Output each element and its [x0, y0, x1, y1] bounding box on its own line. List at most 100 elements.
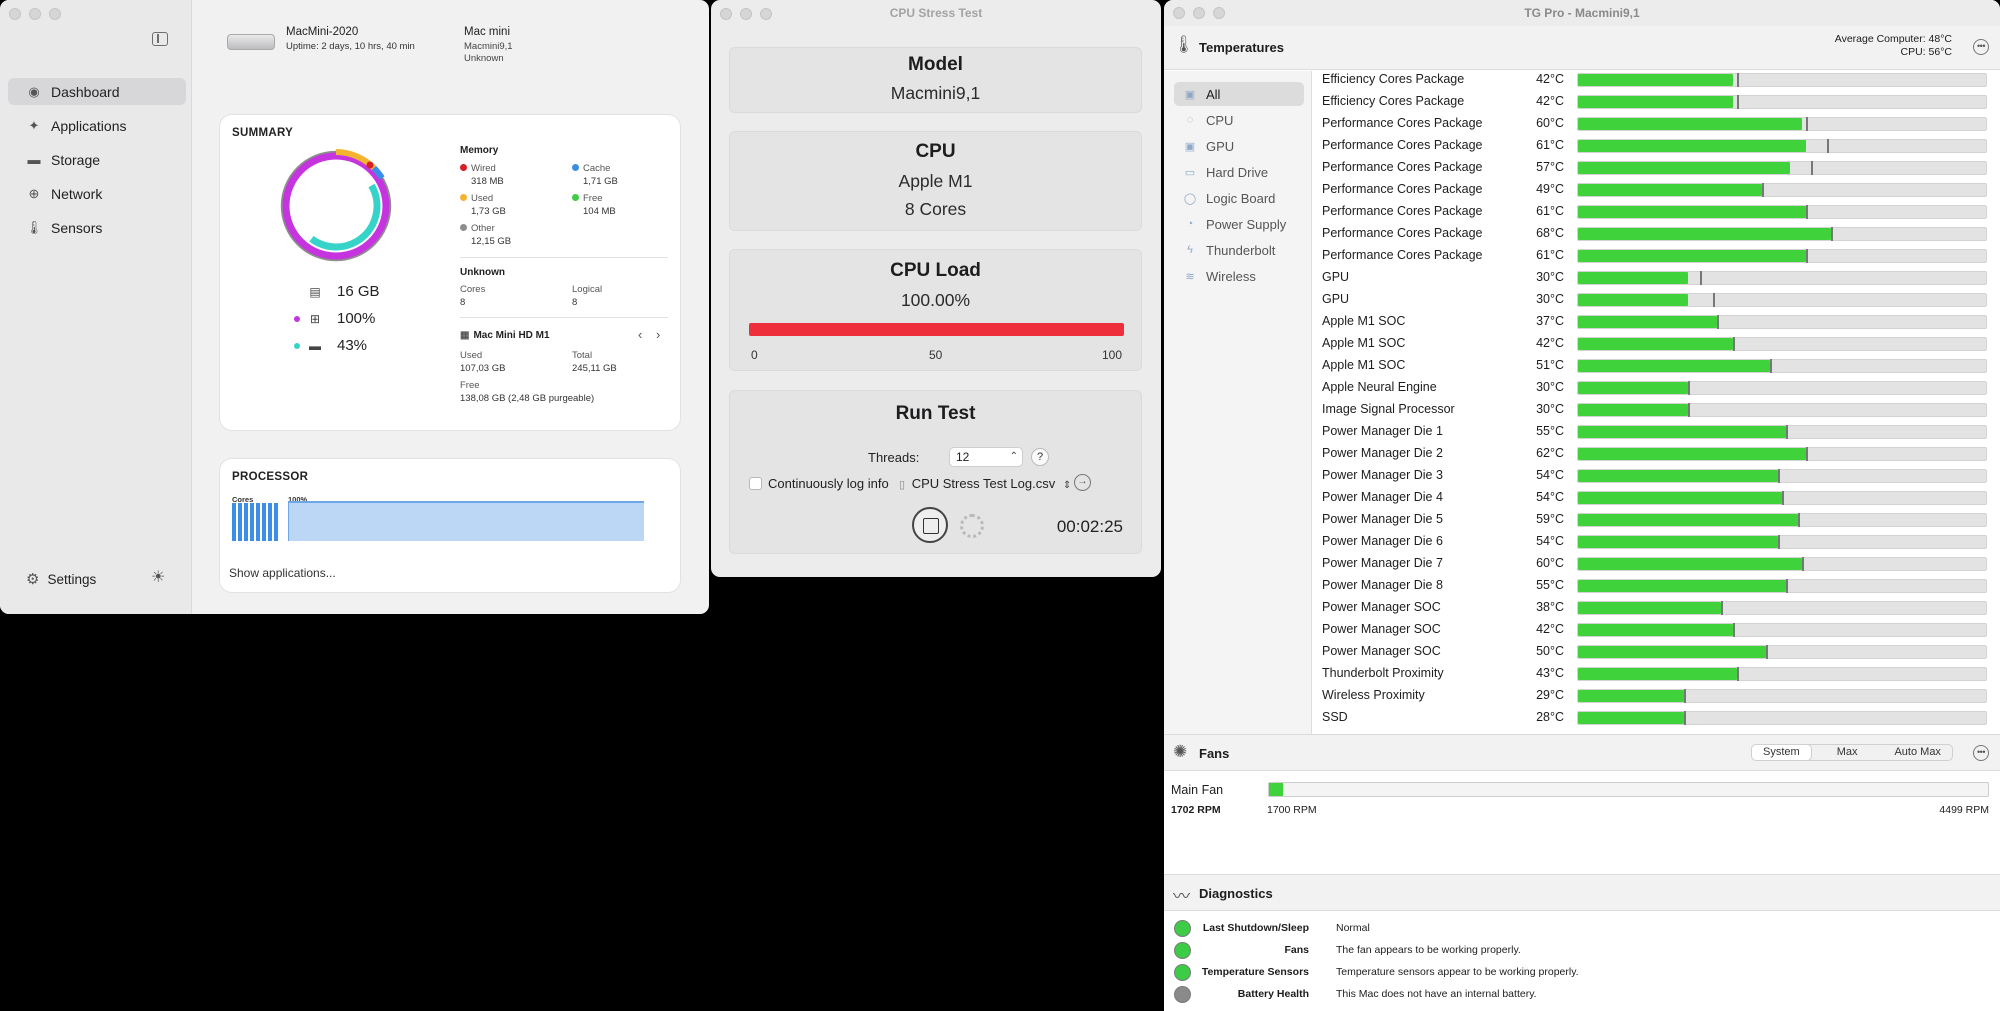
- disk-heading: ▦ Mac Mini HD M1: [460, 330, 550, 341]
- sensor-row[interactable]: Power Manager SOC 50°C: [1313, 641, 2000, 663]
- sensor-row[interactable]: Power Manager Die 1 55°C: [1313, 421, 2000, 443]
- sensor-row[interactable]: Apple M1 SOC 51°C: [1313, 355, 2000, 377]
- sensor-row[interactable]: Performance Cores Package 68°C: [1313, 223, 2000, 245]
- sensor-row[interactable]: Apple M1 SOC 37°C: [1313, 311, 2000, 333]
- sensor-row[interactable]: GPU 30°C: [1313, 289, 2000, 311]
- category-hard-drive[interactable]: ▭ Hard Drive: [1174, 160, 1304, 184]
- sensor-row[interactable]: Power Manager Die 8 55°C: [1313, 575, 2000, 597]
- appearance-icon[interactable]: ☀: [151, 567, 165, 587]
- log-checkbox[interactable]: [749, 477, 762, 490]
- category-cpu[interactable]: ◌ CPU: [1174, 108, 1304, 132]
- sensor-row[interactable]: Power Manager Die 3 54°C: [1313, 465, 2000, 487]
- sensor-max-marker: [1806, 117, 1809, 131]
- zoom-button[interactable]: [1213, 7, 1225, 19]
- cpu-label: CPU:: [1900, 46, 1926, 58]
- sensor-row[interactable]: Performance Cores Package 57°C: [1313, 157, 2000, 179]
- sensor-temperature: 54°C: [1536, 534, 1564, 548]
- log-file-popup[interactable]: ▯ CPU Stress Test Log.csv ⇕: [899, 476, 1071, 491]
- core-bar: [256, 503, 260, 541]
- show-applications-link[interactable]: Show applications...: [229, 566, 336, 580]
- category-label: Hard Drive: [1206, 164, 1269, 180]
- sidebar-item-dashboard[interactable]: ◉ Dashboard: [8, 78, 186, 105]
- sensor-row[interactable]: Power Manager Die 4 54°C: [1313, 487, 2000, 509]
- category-logic-board[interactable]: ◯ Logic Board: [1174, 186, 1304, 210]
- minimize-button[interactable]: [1193, 7, 1205, 19]
- cpu-load-value: 100.00%: [900, 290, 971, 310]
- sensors-icon: 🌡: [25, 219, 43, 235]
- disk-icon: ▬: [309, 338, 321, 353]
- sensor-row[interactable]: Efficiency Cores Package 42°C: [1313, 69, 2000, 91]
- stop-button[interactable]: [912, 507, 948, 543]
- sensor-temperature: 49°C: [1536, 182, 1564, 196]
- help-button[interactable]: ?: [1031, 448, 1049, 466]
- sensor-temperature: 55°C: [1536, 578, 1564, 592]
- sensor-row[interactable]: Image Signal Processor 30°C: [1313, 399, 2000, 421]
- fans-more-options-icon[interactable]: •••: [1973, 745, 1989, 761]
- chevron-left-icon[interactable]: ‹: [638, 327, 642, 342]
- reveal-log-arrow-icon[interactable]: →: [1074, 474, 1091, 491]
- sensor-row[interactable]: SSD 28°C: [1313, 707, 2000, 729]
- fan-mode-system[interactable]: System: [1752, 745, 1811, 760]
- sidebar-item-storage[interactable]: ▬ Storage: [8, 146, 186, 173]
- minimize-button[interactable]: [29, 8, 41, 20]
- category-thunderbolt[interactable]: ϟ Thunderbolt: [1174, 238, 1304, 262]
- sensor-temp-fill: [1578, 140, 1807, 152]
- sensor-max-marker: [1798, 513, 1801, 527]
- sidebar-toggle-icon[interactable]: [152, 32, 168, 46]
- sensor-row[interactable]: Performance Cores Package 61°C: [1313, 135, 2000, 157]
- sensor-row[interactable]: GPU 30°C: [1313, 267, 2000, 289]
- sensor-row[interactable]: Performance Cores Package 60°C: [1313, 113, 2000, 135]
- device-uptime: Uptime: 2 days, 10 hrs, 40 min: [286, 41, 415, 52]
- close-button[interactable]: [9, 8, 21, 20]
- more-options-icon[interactable]: •••: [1973, 39, 1989, 55]
- category-power-supply[interactable]: ◔ Power Supply: [1174, 212, 1304, 236]
- fan-mode-segmented-control[interactable]: System Max Auto Max: [1751, 744, 1953, 761]
- sensor-temp-fill: [1578, 690, 1685, 702]
- category-gpu[interactable]: ▣ GPU: [1174, 134, 1304, 158]
- fan-speed-bar: [1268, 782, 1989, 797]
- sensor-row[interactable]: Performance Cores Package 61°C: [1313, 201, 2000, 223]
- sensor-row[interactable]: Power Manager SOC 38°C: [1313, 597, 2000, 619]
- sensor-temperature: 68°C: [1536, 226, 1564, 240]
- category-wireless[interactable]: ≋ Wireless: [1174, 264, 1304, 288]
- chevron-right-icon[interactable]: ›: [656, 327, 660, 342]
- sensor-row[interactable]: Power Manager SOC 42°C: [1313, 619, 2000, 641]
- fan-mode-auto-max[interactable]: Auto Max: [1883, 745, 1951, 760]
- sidebar-item-network[interactable]: ⊕ Network: [8, 180, 186, 207]
- sensor-row[interactable]: Apple M1 SOC 42°C: [1313, 333, 2000, 355]
- sensor-row[interactable]: Power Manager Die 6 54°C: [1313, 531, 2000, 553]
- fan-mode-max[interactable]: Max: [1811, 745, 1884, 760]
- sensor-row[interactable]: Power Manager Die 5 59°C: [1313, 509, 2000, 531]
- stat-cpu: ⊞ 100%: [294, 310, 375, 327]
- cpu-cores: Cores 8: [460, 283, 485, 309]
- sensor-row[interactable]: Power Manager Die 2 62°C: [1313, 443, 2000, 465]
- close-button[interactable]: [1173, 7, 1185, 19]
- model-title: Model: [908, 54, 963, 75]
- sensor-temp-bar: [1577, 271, 1987, 285]
- wired-value: 318 MB: [471, 176, 504, 187]
- sensor-row[interactable]: Wireless Proximity 29°C: [1313, 685, 2000, 707]
- threads-stepper[interactable]: 12: [949, 447, 1023, 467]
- sensor-temp-bar: [1577, 491, 1987, 505]
- sensor-row[interactable]: Power Manager Die 7 60°C: [1313, 553, 2000, 575]
- logical-value: 8: [572, 297, 578, 308]
- sensor-row[interactable]: Efficiency Cores Package 42°C: [1313, 91, 2000, 113]
- sensor-row[interactable]: Performance Cores Package 61°C: [1313, 245, 2000, 267]
- settings-button[interactable]: ⚙ Settings: [26, 570, 96, 588]
- category-all[interactable]: ▣ All: [1174, 82, 1304, 106]
- sidebar-item-applications[interactable]: ✦ Applications: [8, 112, 186, 139]
- sensor-temp-fill: [1578, 338, 1734, 350]
- sensor-row[interactable]: Apple Neural Engine 30°C: [1313, 377, 2000, 399]
- sensor-temperature: 62°C: [1536, 446, 1564, 460]
- sensor-row[interactable]: Thunderbolt Proximity 43°C: [1313, 663, 2000, 685]
- category-label: Thunderbolt: [1206, 242, 1276, 258]
- zoom-button[interactable]: [49, 8, 61, 20]
- disk-total: Total 245,11 GB: [572, 349, 617, 375]
- diagnostics-header: 〰 Diagnostics: [1164, 874, 2000, 911]
- sensor-temperature: 59°C: [1536, 512, 1564, 526]
- thermometer-icon: 🌡: [1173, 35, 1195, 54]
- sensor-row[interactable]: Performance Cores Package 49°C: [1313, 179, 2000, 201]
- threads-label: Threads:: [868, 450, 920, 465]
- category-label: GPU: [1206, 138, 1235, 154]
- sidebar-item-sensors[interactable]: 🌡 Sensors: [8, 214, 186, 241]
